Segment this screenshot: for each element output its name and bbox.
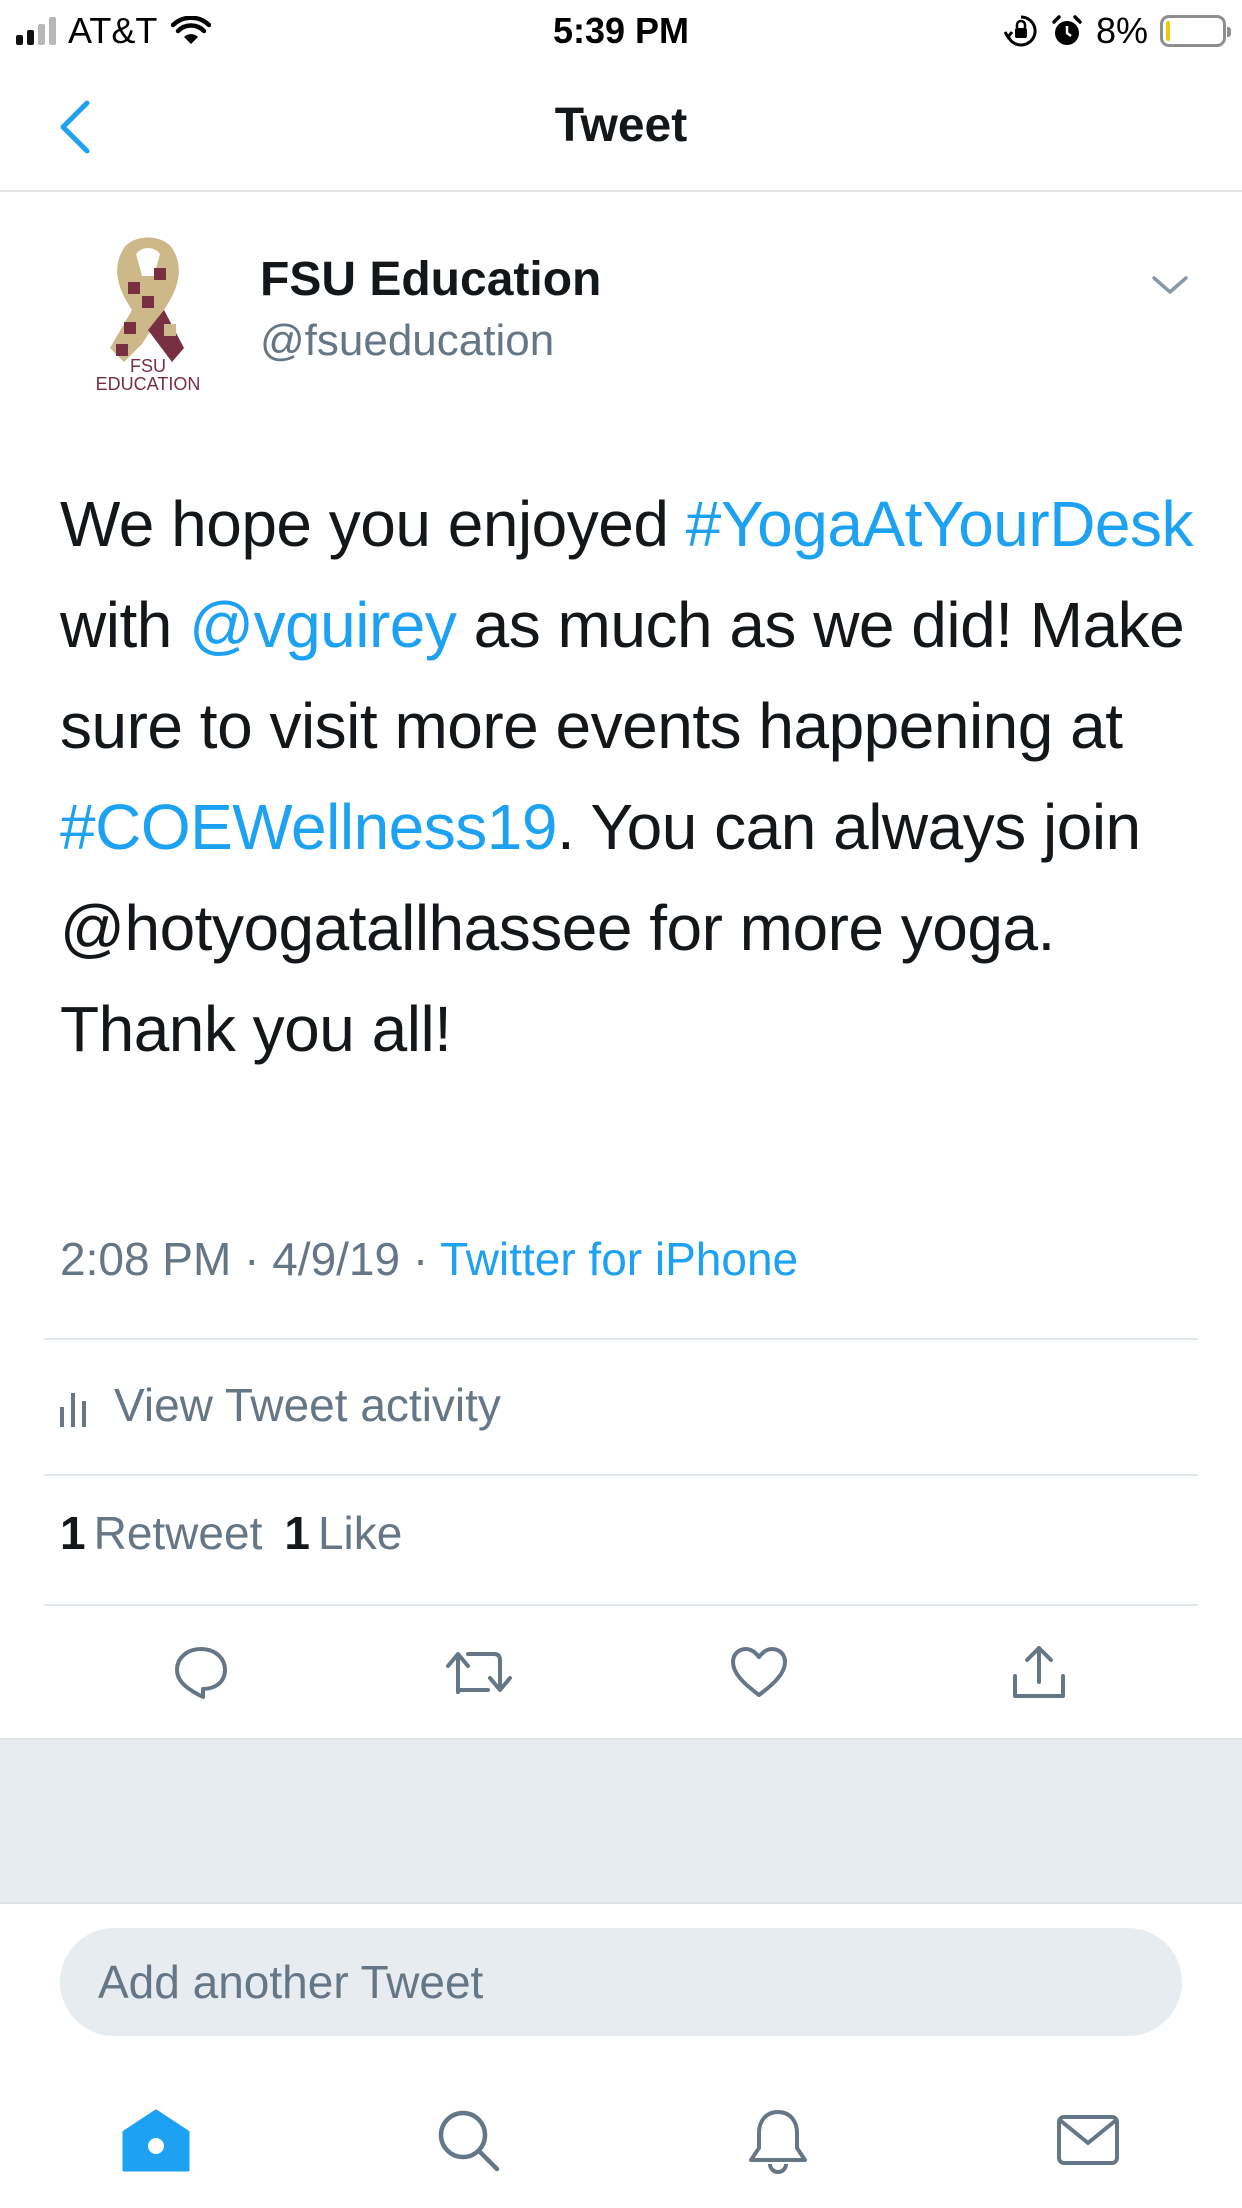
tweet-text-part: We hope you enjoyed: [60, 488, 686, 560]
retweet-label: Retweet: [93, 1507, 263, 1559]
orientation-lock-icon: [1003, 15, 1037, 47]
mention-link[interactable]: @vguirey: [189, 589, 457, 661]
alarm-icon: [1052, 15, 1082, 45]
avatar-text-fsu: FSU: [130, 356, 166, 376]
search-icon: [438, 2110, 500, 2172]
navigation-bar: Tweet: [0, 62, 1242, 192]
tweet-text-part: with: [60, 589, 190, 661]
hashtag-link[interactable]: #COEWellness19: [60, 791, 557, 863]
meta-separator: ·: [231, 1233, 273, 1285]
tweet-time: 2:08 PM: [60, 1233, 232, 1285]
tab-notifications[interactable]: [738, 2100, 818, 2180]
like-button[interactable]: [724, 1640, 794, 1704]
divider: [44, 1338, 1198, 1340]
retweets-count-link[interactable]: 1 Retweet: [60, 1506, 262, 1560]
activity-label: View Tweet activity: [114, 1379, 501, 1431]
tab-home[interactable]: [116, 2100, 196, 2180]
avatar-text-education: EDUCATION: [96, 374, 201, 392]
tab-search[interactable]: [428, 2100, 508, 2180]
user-handle[interactable]: @fsueducation: [260, 316, 554, 366]
engagement-counts: 1 Retweet 1 Like: [60, 1506, 402, 1560]
page-title: Tweet: [554, 99, 688, 152]
status-right: 8%: [1003, 8, 1231, 54]
reply-button[interactable]: [166, 1640, 236, 1704]
divider: [44, 1604, 1198, 1606]
retweet-count: 1: [60, 1507, 86, 1559]
like-label: Like: [317, 1507, 403, 1559]
divider: [44, 1474, 1198, 1476]
view-tweet-activity-button[interactable]: View Tweet activity: [60, 1370, 501, 1440]
battery-icon: [1160, 15, 1231, 47]
home-icon: [122, 2109, 190, 2172]
tab-bar: [0, 2070, 1242, 2208]
tweet-actions: [0, 1610, 1242, 1730]
analytics-bars-icon: [60, 1389, 86, 1427]
battery-percent: 8%: [1095, 10, 1148, 51]
replies-area: [0, 1738, 1242, 1904]
messages-icon: [1057, 2115, 1119, 2165]
hashtag-link[interactable]: #YogaAtYourDesk: [686, 488, 1194, 560]
tweet-text: We hope you enjoyed #YogaAtYourDesk with…: [60, 474, 1200, 1080]
like-icon: [731, 1647, 787, 1697]
tweet-source-link[interactable]: Twitter for iPhone: [440, 1233, 798, 1285]
notifications-icon: [749, 2110, 807, 2174]
reply-icon: [175, 1647, 227, 1699]
likes-count-link[interactable]: 1 Like: [284, 1506, 402, 1560]
share-button[interactable]: [1004, 1640, 1074, 1704]
like-count: 1: [284, 1507, 310, 1559]
battery-fill: [1166, 21, 1170, 41]
tweet-date: 4/9/19: [272, 1233, 401, 1285]
status-bar: AT&T 5:39 PM 8%: [0, 0, 1242, 62]
tab-messages[interactable]: [1048, 2100, 1128, 2180]
meta-separator: ·: [400, 1233, 441, 1285]
more-options-button[interactable]: [1150, 270, 1190, 300]
share-icon: [1013, 1646, 1065, 1698]
avatar[interactable]: FSU EDUCATION: [80, 232, 216, 394]
display-name[interactable]: FSU Education: [260, 252, 601, 307]
tweet-meta: 2:08 PM · 4/9/19 · Twitter for iPhone: [60, 1232, 798, 1286]
chevron-down-icon: [1152, 276, 1188, 294]
add-tweet-input[interactable]: Add another Tweet: [60, 1928, 1182, 2036]
retweet-button[interactable]: [444, 1640, 514, 1704]
retweet-icon: [446, 1652, 512, 1694]
awareness-ribbon-logo: FSU EDUCATION: [96, 237, 201, 394]
